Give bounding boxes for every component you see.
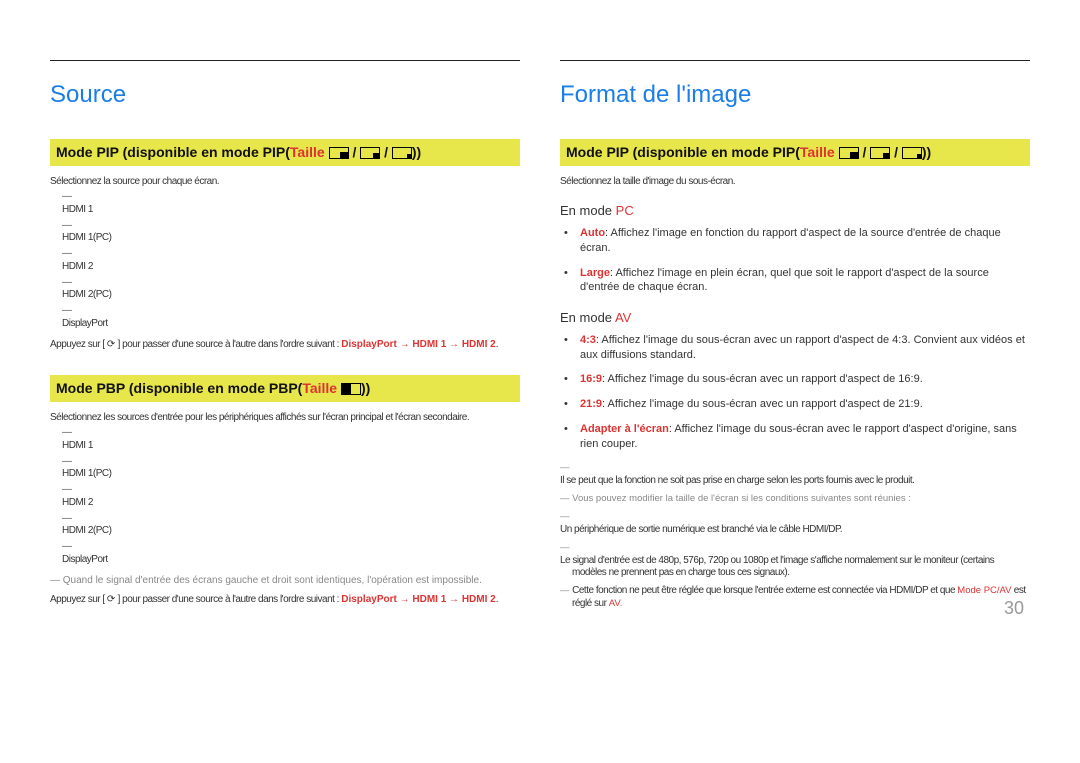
bullet-item: Auto: Affichez l'image en fonction du ra… (576, 226, 1030, 256)
seq-chain: DisplayPort → HDMI 1 → HDMI 2 (341, 594, 495, 605)
heading-slash: / (384, 144, 392, 160)
pip-source-list: HDMI 1 HDMI 1(PC) HDMI 2 HDMI 2(PC) Disp… (50, 190, 520, 330)
heading-text: Mode PIP (disponible en mode PIP( (56, 144, 290, 160)
subheading-em: PC (616, 203, 634, 218)
heading-pbp-source: Mode PBP (disponible en mode PBP(Taille … (50, 375, 520, 402)
bullet-text: : Affichez l'image en fonction du rappor… (580, 227, 1001, 254)
bullet-em: Auto (580, 227, 605, 239)
bullet-item: Adapter à l'écran: Affichez l'image du s… (576, 422, 1030, 452)
section-title-source: Source (50, 79, 520, 111)
subheading-pc-mode: En mode PC (560, 202, 1030, 220)
bullet-item: 21:9: Affichez l'image du sous-écran ave… (576, 397, 1030, 412)
list-item: HDMI 1(PC) (62, 232, 520, 244)
footnote: Le signal d'entrée est de 480p, 576p, 72… (560, 542, 1030, 579)
bullet-item: 4:3: Affichez l'image du sous-écran avec… (576, 333, 1030, 363)
pbp-size-icon (341, 383, 361, 395)
heading-pip-format: Mode PIP (disponible en mode PIP(Taille … (560, 139, 1030, 166)
footnote: Un périphérique de sortie numérique est … (560, 511, 1030, 536)
pip-size-small-icon (902, 147, 922, 159)
pip-size-large-icon (839, 147, 859, 159)
footnote-em: AV (609, 598, 620, 609)
bullet-em: Large (580, 267, 610, 279)
pbp-source-intro: Sélectionnez les sources d'entrée pour l… (50, 412, 520, 424)
list-item: DisplayPort (62, 554, 520, 566)
pbp-source-list: HDMI 1 HDMI 1(PC) HDMI 2 HDMI 2(PC) Disp… (50, 426, 520, 566)
seq-text: Appuyez sur [ (50, 594, 107, 605)
subheading-em: AV (615, 310, 631, 325)
pbp-source-sequence: Appuyez sur [ ⟳ ] pour passer d'une sour… (50, 593, 520, 607)
bullet-em: Adapter à l'écran (580, 423, 669, 435)
heading-em: Taille (302, 380, 337, 396)
seq-chain: DisplayPort → HDMI 1 → HDMI 2 (341, 339, 495, 350)
bullet-text: : Affichez l'image du sous-écran avec un… (602, 398, 923, 410)
subheading-text: En mode (560, 310, 615, 325)
heading-text: Mode PBP (disponible en mode PBP( (56, 380, 302, 396)
subheading-text: En mode (560, 203, 616, 218)
av-footnotes: Il se peut que la fonction ne soit pas p… (560, 462, 1030, 611)
left-column: Source Mode PIP (disponible en mode PIP(… (50, 60, 520, 617)
list-item: HDMI 2(PC) (62, 289, 520, 301)
list-item: HDMI 1 (62, 204, 520, 216)
footnote-text: Un périphérique de sortie numérique est … (572, 524, 1030, 536)
right-column: Format de l'image Mode PIP (disponible e… (560, 60, 1030, 617)
pip-size-medium-icon (870, 147, 890, 159)
seq-text: ] pour passer d'une source à l'autre dan… (115, 594, 341, 605)
footnote: Vous pouvez modifier la taille de l'écra… (560, 493, 1030, 506)
seq-tail: . (496, 339, 499, 350)
list-item: HDMI 2(PC) (62, 525, 520, 537)
heading-em: Taille (290, 144, 325, 160)
footnote-em: Mode PC/AV (957, 585, 1011, 596)
pip-source-intro: Sélectionnez la source pour chaque écran… (50, 176, 520, 188)
column-rule (560, 60, 1030, 61)
heading-em: Taille (800, 144, 835, 160)
av-mode-bullets: 4:3: Affichez l'image du sous-écran avec… (560, 333, 1030, 452)
heading-slash: / (352, 144, 360, 160)
footnote: Cette fonction ne peut être réglée que l… (560, 585, 1030, 611)
footnote-text: Il se peut que la fonction ne soit pas p… (572, 475, 1030, 487)
list-item: DisplayPort (62, 318, 520, 330)
footnote-text: Le signal d'entrée est de 480p, 576p, 72… (572, 555, 1030, 579)
heading-text: )) (361, 380, 370, 396)
bullet-text: : Affichez l'image du sous-écran avec un… (602, 373, 923, 385)
footnote: Il se peut que la fonction ne soit pas p… (560, 462, 1030, 487)
bullet-em: 16:9 (580, 373, 602, 385)
pip-source-sequence: Appuyez sur [ ⟳ ] pour passer d'une sour… (50, 338, 520, 352)
seq-tail: . (496, 594, 499, 605)
bullet-em: 4:3 (580, 334, 596, 346)
footnote-text: . (620, 598, 623, 609)
list-item: HDMI 2 (62, 261, 520, 273)
heading-text: Mode PIP (disponible en mode PIP( (566, 144, 800, 160)
seq-text: Appuyez sur [ (50, 339, 107, 350)
pc-mode-bullets: Auto: Affichez l'image en fonction du ra… (560, 226, 1030, 295)
bullet-em: 21:9 (580, 398, 602, 410)
pip-format-intro: Sélectionnez la taille d'image du sous-é… (560, 176, 1030, 188)
seq-text: ] pour passer d'une source à l'autre dan… (115, 339, 341, 350)
column-rule (50, 60, 520, 61)
pip-size-large-icon (329, 147, 349, 159)
list-item: HDMI 1(PC) (62, 468, 520, 480)
pbp-note: Quand le signal d'entrée des écrans gauc… (50, 574, 520, 588)
heading-slash: / (894, 144, 902, 160)
pip-size-medium-icon (360, 147, 380, 159)
list-item: HDMI 2 (62, 497, 520, 509)
bullet-text: : Affichez l'image du sous-écran avec un… (580, 334, 1025, 361)
bullet-text: : Affichez l'image en plein écran, quel … (580, 267, 989, 294)
bullet-item: 16:9: Affichez l'image du sous-écran ave… (576, 372, 1030, 387)
heading-slash: / (862, 144, 870, 160)
section-title-format: Format de l'image (560, 79, 1030, 111)
subheading-av-mode: En mode AV (560, 309, 1030, 327)
heading-pip-source: Mode PIP (disponible en mode PIP(Taille … (50, 139, 520, 166)
pip-size-small-icon (392, 147, 412, 159)
list-item: HDMI 1 (62, 440, 520, 452)
page-number: 30 (1004, 596, 1024, 620)
bullet-item: Large: Affichez l'image en plein écran, … (576, 266, 1030, 296)
heading-text: )) (922, 144, 931, 160)
footnote-text: Cette fonction ne peut être réglée que l… (572, 585, 957, 596)
heading-text: )) (412, 144, 421, 160)
